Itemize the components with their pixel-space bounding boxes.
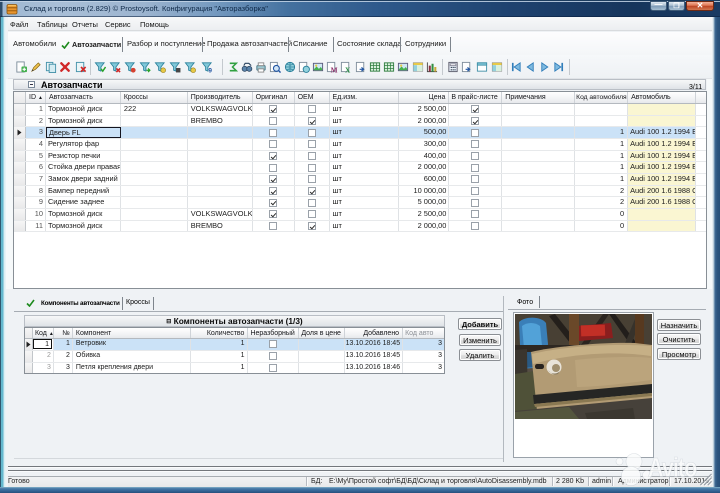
svg-text:Avito: Avito bbox=[648, 453, 697, 483]
